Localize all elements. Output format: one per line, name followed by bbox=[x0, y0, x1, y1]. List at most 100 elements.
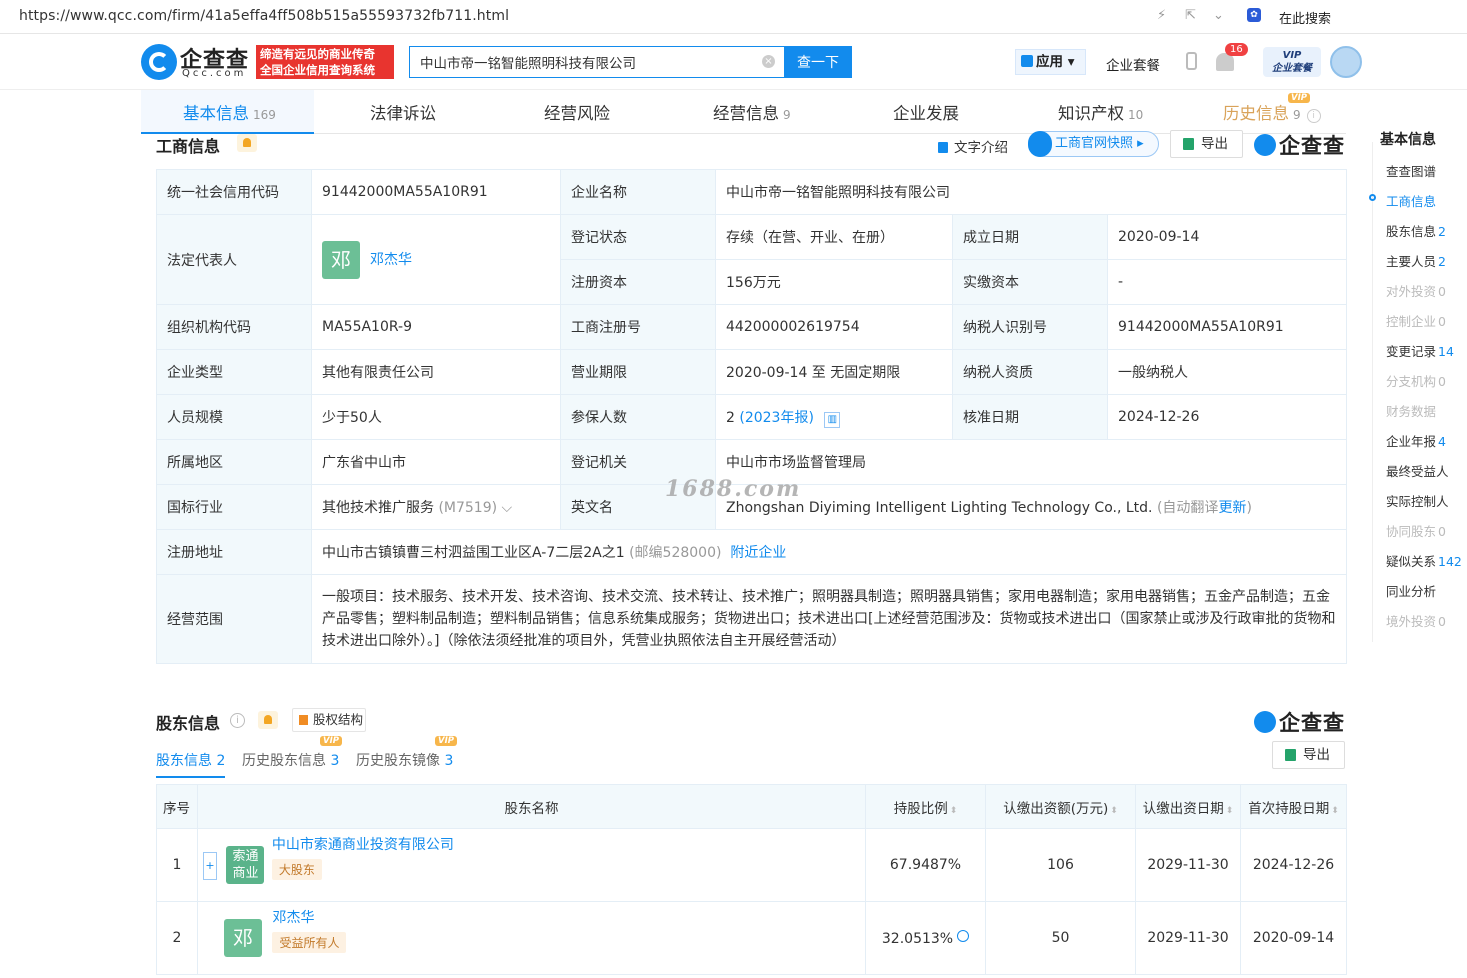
nav-item[interactable]: 变更记录 14 bbox=[1386, 341, 1454, 360]
url-text[interactable]: https://www.qcc.com/firm/41a5effa4ff508b… bbox=[19, 8, 509, 24]
nav-item[interactable]: 对外投资 0 bbox=[1386, 281, 1446, 300]
nav-item-count: 2 bbox=[1438, 254, 1446, 269]
subtab-history-shareholders[interactable]: 历史股东信息 3 bbox=[242, 750, 339, 770]
subtab-history-mirror[interactable]: 历史股东镜像 3 bbox=[356, 750, 453, 770]
annual-report-link[interactable]: (2023年报) bbox=[739, 410, 814, 426]
nav-item[interactable]: 工商信息 bbox=[1386, 191, 1436, 210]
shareholder-name-link[interactable]: 邓杰华 bbox=[272, 907, 346, 927]
history-clock-icon[interactable] bbox=[957, 929, 970, 942]
lightning-icon[interactable]: ⚡ bbox=[1157, 8, 1166, 23]
sort-icon[interactable]: ⬍ bbox=[950, 806, 958, 816]
equity-structure-button[interactable]: 股权结构 bbox=[292, 708, 366, 732]
subtab-shareholders[interactable]: 股东信息 2 bbox=[156, 750, 226, 778]
qcc-logo-icon bbox=[1254, 134, 1276, 156]
address-cell: 中山市古镇镇曹三村泗益围工业区A-7二层2A之1 (邮编528000) 附近企业 bbox=[310, 529, 1348, 575]
industry-cell[interactable]: 其他技术推广服务 (M7519) ⌵ bbox=[311, 484, 561, 530]
info-icon[interactable]: i bbox=[230, 713, 245, 728]
col-header-sortable[interactable]: 持股比例 ⬍ bbox=[865, 784, 986, 829]
tab-label: 经营信息 bbox=[713, 104, 779, 123]
text-intro-button[interactable]: 文字介绍 bbox=[938, 136, 1008, 156]
shareholder-name-link[interactable]: 中山市索通商业投资有限公司 bbox=[272, 834, 454, 854]
nav-item[interactable]: 疑似关系 142 bbox=[1386, 551, 1462, 570]
subtab-count: 3 bbox=[330, 753, 340, 769]
search-box: × bbox=[409, 46, 785, 78]
col-header-sortable[interactable]: 认缴出资额(万元) ⬍ bbox=[985, 784, 1136, 829]
nav-item[interactable]: 查查图谱 bbox=[1386, 161, 1436, 180]
search-button[interactable]: 查一下 bbox=[784, 46, 852, 78]
browser-address-bar: https://www.qcc.com/firm/41a5effa4ff508b… bbox=[0, 0, 1467, 34]
nearby-companies-link[interactable]: 附近企业 bbox=[730, 545, 786, 561]
insured-cell: 2 (2023年报) ▥ bbox=[715, 394, 953, 440]
subtab-label: 股东信息 bbox=[156, 753, 212, 769]
sort-icon[interactable]: ⬍ bbox=[1110, 806, 1118, 816]
industry-code: (M7519) bbox=[438, 500, 498, 516]
apps-grid-icon bbox=[1021, 55, 1033, 67]
nav-item-label: 分支机构 bbox=[1386, 374, 1437, 389]
nav-item[interactable]: 控制企业 0 bbox=[1386, 311, 1446, 330]
export-button[interactable]: 导出 bbox=[1170, 130, 1243, 158]
expand-icon[interactable]: + bbox=[203, 852, 217, 880]
nav-item-label: 实际控制人 bbox=[1386, 494, 1449, 509]
info-icon[interactable]: i bbox=[1306, 109, 1321, 123]
export-button[interactable]: 导出 bbox=[1272, 741, 1345, 769]
tab-history[interactable]: 历史信息 9 i bbox=[1223, 100, 1321, 124]
nav-item[interactable]: 实际控制人 bbox=[1386, 491, 1449, 510]
credit-code-value[interactable]: 91442000MA55A10R91 bbox=[311, 169, 561, 215]
nav-item[interactable]: 财务数据 bbox=[1386, 401, 1436, 420]
subscribe-bell-icon[interactable] bbox=[258, 711, 278, 729]
subscribe-bell-icon[interactable] bbox=[237, 134, 257, 152]
chevron-down-icon[interactable]: ⌵ bbox=[502, 500, 513, 516]
update-link[interactable]: 更新 bbox=[1218, 500, 1246, 516]
amount-value: 106 bbox=[985, 828, 1136, 902]
nav-item[interactable]: 股东信息 2 bbox=[1386, 221, 1446, 240]
nav-item[interactable]: 最终受益人 bbox=[1386, 461, 1449, 480]
export-label: 导出 bbox=[1201, 136, 1228, 152]
sort-icon[interactable]: ⬍ bbox=[1331, 806, 1339, 816]
company-type-value: 其他有限责任公司 bbox=[311, 349, 561, 395]
slogan-banner: 缔造有远见的商业传奇 全国企业信用查询系统 bbox=[256, 45, 394, 79]
nav-item[interactable]: 企业年报 4 bbox=[1386, 431, 1446, 450]
nav-item[interactable]: 协同股东 0 bbox=[1386, 521, 1446, 540]
zip-code: (邮编528000) bbox=[629, 545, 722, 561]
tab-basic-info[interactable]: 基本信息 169 bbox=[183, 100, 276, 124]
legal-rep-link[interactable]: 邓杰华 bbox=[370, 252, 412, 268]
qcc-logo-icon[interactable] bbox=[141, 44, 177, 80]
insured-value: 2 bbox=[726, 409, 735, 426]
search-input[interactable] bbox=[410, 47, 750, 77]
nav-item[interactable]: 主要人员 2 bbox=[1386, 251, 1446, 270]
col-header-sortable[interactable]: 首次持股日期 ⬍ bbox=[1240, 784, 1347, 829]
date-value: 2029-11-30 bbox=[1135, 901, 1241, 975]
shareholder-avatar[interactable]: 邓 bbox=[224, 919, 262, 957]
nav-item[interactable]: 境外投资 0 bbox=[1386, 611, 1446, 630]
chart-icon[interactable]: ▥ bbox=[824, 411, 841, 428]
col-header-sortable[interactable]: 认缴出资日期 ⬍ bbox=[1135, 784, 1241, 829]
tab-legal[interactable]: 法律诉讼 bbox=[370, 100, 436, 124]
tab-operation[interactable]: 经营信息 9 bbox=[713, 100, 791, 124]
nav-item-count: 14 bbox=[1438, 344, 1454, 359]
shareholder-cell: + 索通 商业 中山市索通商业投资有限公司 大股东 bbox=[197, 828, 866, 902]
browser-search-label[interactable]: 在此搜索 bbox=[1279, 8, 1331, 27]
field-label: 经营范围 bbox=[156, 574, 312, 664]
legal-rep-avatar[interactable]: 邓 bbox=[322, 240, 360, 279]
sort-icon[interactable]: ⬍ bbox=[1226, 806, 1234, 816]
apps-button[interactable]: 应用 ▾ bbox=[1015, 49, 1086, 75]
chevron-down-icon[interactable]: ⌄ bbox=[1213, 8, 1224, 23]
company-name-value[interactable]: 中山市帝一铭智能照明科技有限公司 bbox=[714, 169, 1348, 215]
tab-ip[interactable]: 知识产权 10 bbox=[1058, 100, 1143, 124]
nav-title[interactable]: 基本信息 bbox=[1380, 129, 1436, 149]
official-snapshot-button[interactable]: 工商官网快照 ▸ bbox=[1028, 131, 1159, 157]
baidu-paw-icon[interactable]: ✿ bbox=[1247, 8, 1261, 22]
col-header: 股东名称 bbox=[197, 784, 866, 829]
nav-item[interactable]: 同业分析 bbox=[1386, 581, 1436, 600]
package-link[interactable]: 企业套餐 bbox=[1106, 54, 1160, 74]
nav-item[interactable]: 分支机构 0 bbox=[1386, 371, 1446, 390]
clear-icon[interactable]: × bbox=[762, 55, 775, 68]
share-icon[interactable]: ⇱ bbox=[1185, 8, 1196, 23]
vip-button[interactable]: VIP 企业套餐 bbox=[1263, 47, 1321, 77]
tab-risk[interactable]: 经营风险 bbox=[544, 100, 610, 124]
tab-development[interactable]: 企业发展 bbox=[893, 100, 959, 124]
status-value: 存续（在营、开业、在册） bbox=[715, 214, 953, 260]
mobile-icon[interactable] bbox=[1186, 52, 1197, 70]
nav-item-label: 协同股东 bbox=[1386, 524, 1437, 539]
user-avatar[interactable] bbox=[1330, 46, 1362, 78]
